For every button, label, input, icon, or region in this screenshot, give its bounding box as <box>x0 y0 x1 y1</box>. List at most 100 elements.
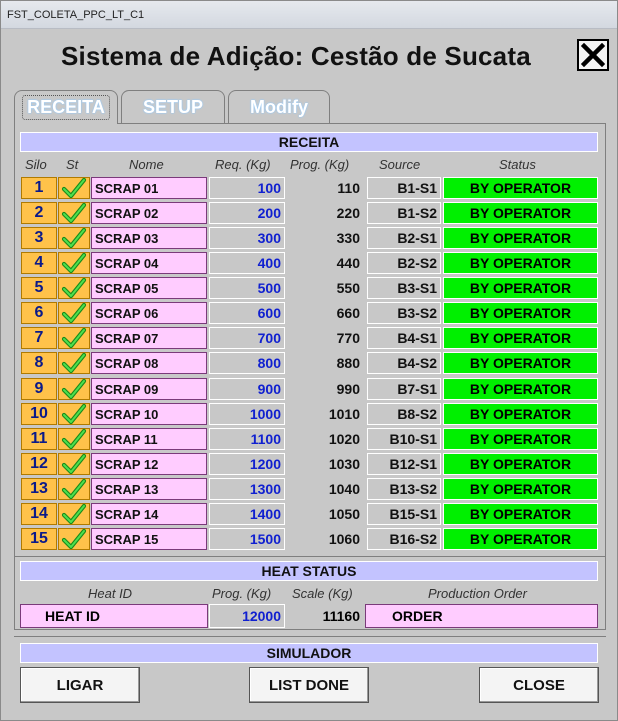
check-icon <box>61 202 87 224</box>
required-kg-cell: 1300 <box>209 478 285 500</box>
source-cell: B1-S1 <box>367 177 441 199</box>
status-check-cell <box>58 478 90 500</box>
required-kg-cell: 800 <box>209 352 285 374</box>
check-icon <box>61 428 87 450</box>
silo-number-button[interactable]: 12 <box>21 453 57 475</box>
check-icon <box>61 177 87 199</box>
silo-number-button[interactable]: 13 <box>21 478 57 500</box>
status-check-cell <box>58 302 90 324</box>
col-header-nome: Nome <box>129 157 164 172</box>
table-row: 7 SCRAP 07 700 770 B4-S1 BY OPERATOR <box>21 327 601 349</box>
col-header-heat-id: Heat ID <box>88 586 133 601</box>
silo-number-button[interactable]: 8 <box>21 352 57 374</box>
material-name-cell: SCRAP 13 <box>91 478 207 500</box>
source-cell: B16-S2 <box>367 528 441 550</box>
silo-number-button[interactable]: 15 <box>21 528 57 550</box>
silo-number-button[interactable]: 6 <box>21 302 57 324</box>
status-check-cell <box>58 503 90 525</box>
check-icon <box>61 378 87 400</box>
source-cell: B4-S2 <box>367 352 441 374</box>
status-badge: BY OPERATOR <box>443 403 598 425</box>
heat-status-section-title: HEAT STATUS <box>20 561 598 581</box>
close-window-button[interactable] <box>577 39 609 71</box>
status-badge: BY OPERATOR <box>443 378 598 400</box>
table-row: 3 SCRAP 03 300 330 B2-S1 BY OPERATOR <box>21 227 601 249</box>
tab-setup-label: SETUP <box>142 97 203 117</box>
programmed-kg-cell: 660 <box>336 305 360 321</box>
required-kg-cell: 1000 <box>209 403 285 425</box>
col-header-heat-prog: Prog. (Kg) <box>212 586 272 601</box>
col-header-req: Req. (Kg) <box>215 157 271 172</box>
app-window: FST_COLETA_PPC_LT_C1 Sistema de Adição: … <box>0 0 618 721</box>
silo-number-button[interactable]: 2 <box>21 202 57 224</box>
silo-number-button[interactable]: 4 <box>21 252 57 274</box>
check-icon <box>61 227 87 249</box>
programmed-kg-cell: 880 <box>336 355 360 371</box>
status-check-cell <box>58 327 90 349</box>
silo-number-button[interactable]: 11 <box>21 428 57 450</box>
programmed-kg-cell: 1030 <box>328 456 360 472</box>
silo-number-button[interactable]: 1 <box>21 177 57 199</box>
status-badge: BY OPERATOR <box>443 252 598 274</box>
table-row: 10 SCRAP 10 1000 1010 B8-S2 BY OPERATOR <box>21 403 601 425</box>
programmed-kg-cell: 990 <box>336 381 360 397</box>
programmed-kg-cell: 440 <box>336 255 360 271</box>
check-icon <box>61 302 87 324</box>
status-badge: BY OPERATOR <box>443 478 598 500</box>
status-badge: BY OPERATOR <box>443 227 598 249</box>
window-titlebar: FST_COLETA_PPC_LT_C1 <box>1 1 617 29</box>
col-header-scale: Scale (Kg) <box>292 586 353 601</box>
silo-number-button[interactable]: 9 <box>21 378 57 400</box>
material-name-cell: SCRAP 12 <box>91 453 207 475</box>
status-badge: BY OPERATOR <box>443 453 598 475</box>
required-kg-cell: 1400 <box>209 503 285 525</box>
receita-section-title: RECEITA <box>20 132 598 152</box>
programmed-kg-cell: 1020 <box>328 431 360 447</box>
required-kg-cell: 900 <box>209 378 285 400</box>
required-kg-cell: 1200 <box>209 453 285 475</box>
page-title: Sistema de Adição: Cestão de Sucata <box>61 41 531 71</box>
source-cell: B3-S2 <box>367 302 441 324</box>
source-cell: B3-S1 <box>367 277 441 299</box>
status-badge: BY OPERATOR <box>443 177 598 199</box>
status-badge: BY OPERATOR <box>443 528 598 550</box>
col-header-silo: Silo <box>25 157 47 172</box>
material-name-cell: SCRAP 08 <box>91 352 207 374</box>
material-name-cell: SCRAP 14 <box>91 503 207 525</box>
tab-modify[interactable]: Modify <box>228 90 330 124</box>
source-cell: B4-S1 <box>367 327 441 349</box>
status-check-cell <box>58 227 90 249</box>
heat-prog-value: 12000 <box>209 604 285 628</box>
table-row: 15 SCRAP 15 1500 1060 B16-S2 BY OPERATOR <box>21 528 601 550</box>
required-kg-cell: 700 <box>209 327 285 349</box>
production-order-field: ORDER <box>365 604 598 628</box>
col-header-prog: Prog. (Kg) <box>290 157 350 172</box>
col-header-source: Source <box>379 157 421 172</box>
material-name-cell: SCRAP 03 <box>91 227 207 249</box>
silo-number-button[interactable]: 7 <box>21 327 57 349</box>
source-cell: B2-S2 <box>367 252 441 274</box>
check-icon <box>61 478 87 500</box>
table-row: 8 SCRAP 08 800 880 B4-S2 BY OPERATOR <box>21 352 601 374</box>
status-badge: BY OPERATOR <box>443 277 598 299</box>
ligar-button[interactable]: LIGAR <box>20 667 140 703</box>
list-done-button[interactable]: LIST DONE <box>249 667 369 703</box>
status-check-cell <box>58 177 90 199</box>
close-button[interactable]: CLOSE <box>479 667 599 703</box>
status-check-cell <box>58 277 90 299</box>
silo-number-button[interactable]: 10 <box>21 403 57 425</box>
table-row: 11 SCRAP 11 1100 1020 B10-S1 BY OPERATOR <box>21 428 601 450</box>
status-check-cell <box>58 202 90 224</box>
material-name-cell: SCRAP 04 <box>91 252 207 274</box>
tab-setup[interactable]: SETUP <box>121 90 225 124</box>
programmed-kg-cell: 330 <box>336 230 360 246</box>
col-header-status: Status <box>499 157 536 172</box>
silo-number-button[interactable]: 5 <box>21 277 57 299</box>
silo-number-button[interactable]: 14 <box>21 503 57 525</box>
source-cell: B1-S2 <box>367 202 441 224</box>
table-row: 14 SCRAP 14 1400 1050 B15-S1 BY OPERATOR <box>21 503 601 525</box>
tab-receita[interactable]: RECEITA <box>14 90 118 124</box>
check-icon <box>61 503 87 525</box>
silo-number-button[interactable]: 3 <box>21 227 57 249</box>
heat-id-field: HEAT ID <box>20 604 208 628</box>
